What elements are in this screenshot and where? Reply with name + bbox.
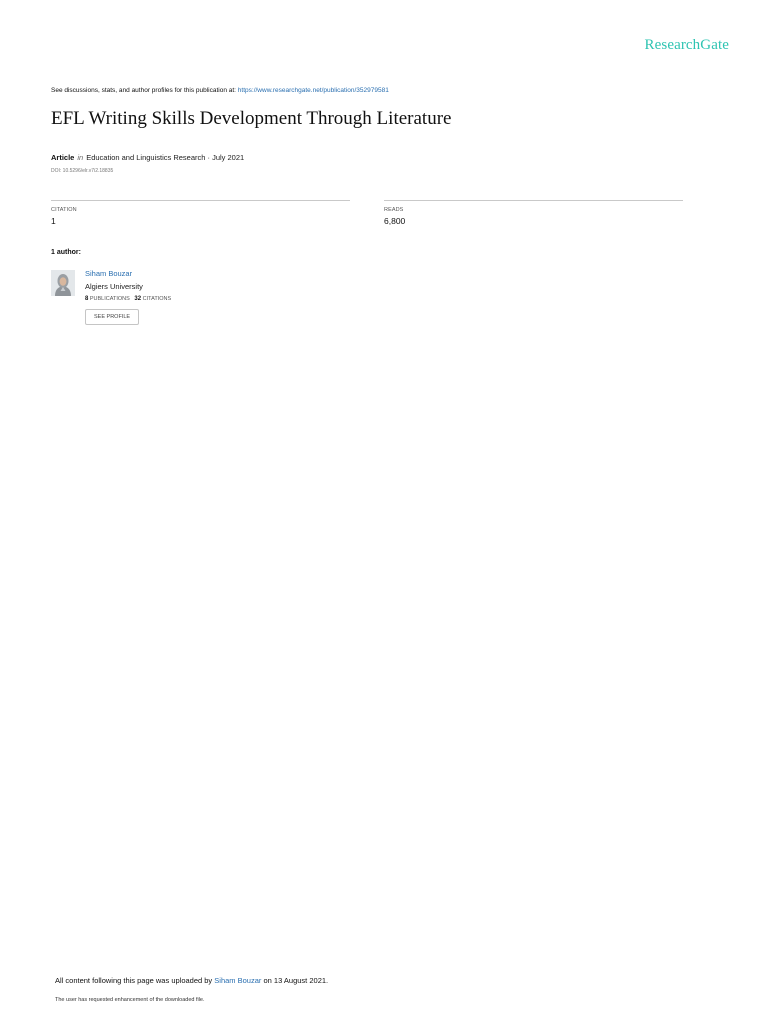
article-type: Article [51,153,75,162]
reads-stat: READS 6,800 [384,200,683,226]
author-affiliation: Algiers University [85,282,143,291]
researchgate-logo[interactable]: ResearchGate [645,37,729,54]
enhancement-note: The user has requested enhancement of th… [55,997,205,1003]
author-info: Siham Bouzar Algiers University 8 PUBLIC… [85,269,171,325]
authors-heading: 1 author: [51,249,81,256]
discussion-text: See discussions, stats, and author profi… [51,87,238,94]
author-publications-count: 8 [85,296,89,302]
reads-count: 6,800 [384,216,406,226]
publication-link[interactable]: https://www.researchgate.net/publication… [238,87,389,94]
uploader-link[interactable]: Siham Bouzar [214,976,261,985]
author-citations-label: CITATIONS [142,296,172,302]
citation-label: CITATION [51,207,77,213]
upload-note: All content following this page was uplo… [55,976,328,985]
article-meta: Article in Education and Linguistics Resea… [51,153,244,162]
article-title: EFL Writing Skills Development Through L… [51,108,452,129]
article-doi: DOI: 10.5296/elr.v7i2.18835 [51,168,114,174]
discussion-line: See discussions, stats, and author profi… [51,87,389,94]
upload-suffix: on 13 August 2021. [261,976,329,985]
in-word: in [77,153,84,162]
author-card: Siham Bouzar Algiers University 8 PUBLIC… [51,269,311,335]
author-citations-count: 32 [134,296,142,302]
article-venue[interactable]: Education and Linguistics Research · Jul… [86,153,244,162]
citation-stat: CITATION 1 [51,200,350,226]
avatar-silhouette-icon [51,270,75,296]
author-stats: 8 PUBLICATIONS 32 CITATIONS [85,296,171,302]
author-avatar[interactable] [51,270,75,296]
see-profile-button[interactable]: SEE PROFILE [85,309,140,325]
citation-count: 1 [51,216,56,226]
author-publications-label: PUBLICATIONS [89,296,130,302]
upload-prefix: All content following this page was uplo… [55,976,215,985]
reads-label: READS [384,207,404,213]
author-name-link[interactable]: Siham Bouzar [85,269,171,278]
